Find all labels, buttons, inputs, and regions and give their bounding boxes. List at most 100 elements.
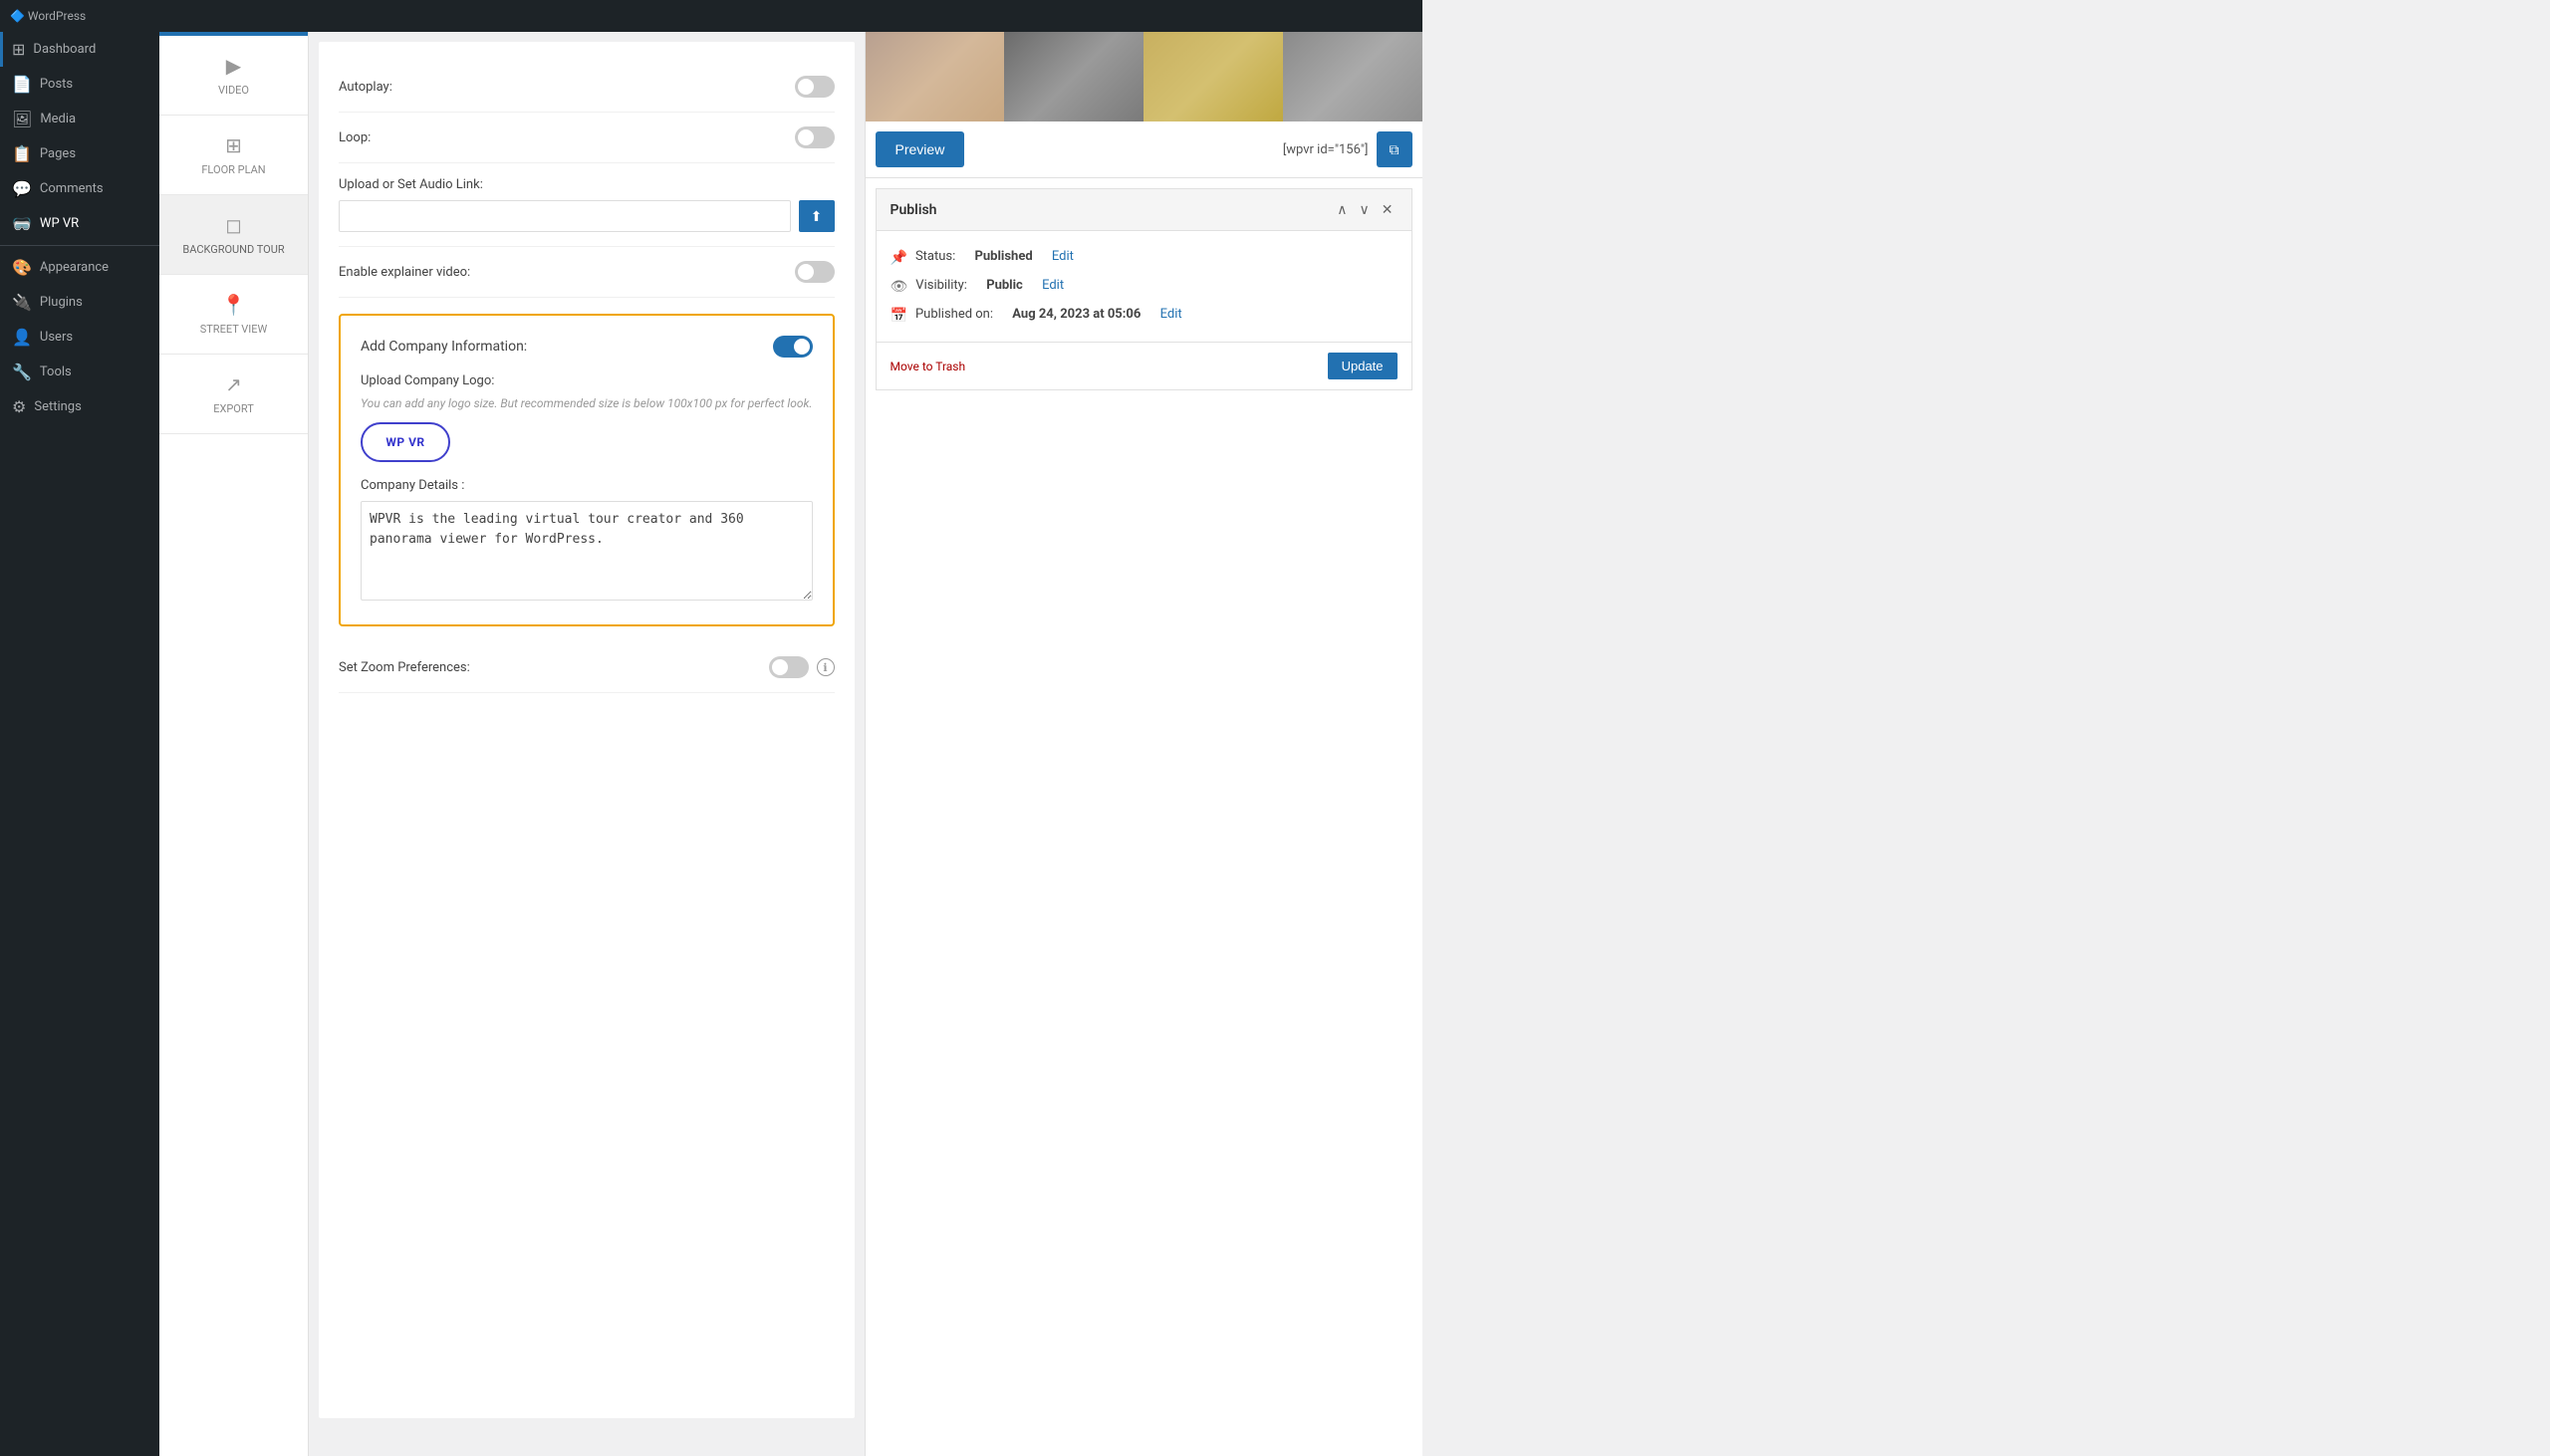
plugin-sidebar-label-export: EXPORT [213, 402, 254, 415]
plugin-sidebar-label-background-tour: BACKGROUND TOUR [182, 243, 284, 256]
company-details-label: Company Details : [361, 478, 813, 493]
logo-text: WP VR [385, 435, 424, 449]
publish-section: Publish ∧ ∨ ✕ 📌 Status: Published Edit [876, 188, 1412, 390]
company-info-header: Add Company Information: [361, 336, 813, 358]
sidebar-item-media[interactable]: 🖼 Media [0, 102, 159, 136]
sidebar-item-wp-vr[interactable]: 🥽 WP VR [0, 206, 159, 241]
floor-plan-icon: ⊞ [225, 133, 242, 157]
autoplay-row: Autoplay: [339, 62, 835, 113]
upload-logo-label: Upload Company Logo: [361, 373, 813, 388]
preview-image-3 [1144, 32, 1283, 121]
publish-collapse-down-button[interactable]: ∨ [1356, 199, 1374, 220]
sidebar-label-settings: Settings [34, 399, 81, 414]
status-label: Status: [915, 249, 955, 264]
published-label: Published on: [915, 307, 993, 322]
publish-header: Publish ∧ ∨ ✕ [877, 189, 1411, 231]
media-icon: 🖼 [12, 110, 32, 128]
dashboard-icon: ⊞ [12, 40, 25, 59]
company-details-textarea[interactable]: WPVR is the leading virtual tour creator… [361, 501, 813, 601]
autoplay-toggle[interactable] [795, 76, 835, 98]
copy-icon: ⧉ [1390, 141, 1400, 158]
published-value: Aug 24, 2023 at 05:06 [1012, 307, 1141, 322]
plugins-icon: 🔌 [12, 293, 32, 312]
audio-upload-button[interactable]: ⬆ [799, 200, 835, 232]
posts-icon: 📄 [12, 75, 32, 94]
publish-collapse-up-button[interactable]: ∧ [1333, 199, 1351, 220]
publish-date-row: 📅 Published on: Aug 24, 2023 at 05:06 Ed… [891, 301, 1398, 330]
sidebar-label-pages: Pages [40, 146, 76, 161]
autoplay-label: Autoplay: [339, 80, 392, 95]
tools-icon: 🔧 [12, 363, 32, 381]
audio-input[interactable] [339, 200, 791, 232]
wpvr-icon: 🥽 [12, 214, 32, 233]
visibility-edit-link[interactable]: Edit [1042, 278, 1064, 293]
move-to-trash-link[interactable]: Move to Trash [891, 360, 966, 373]
status-icon: 📌 [891, 250, 907, 266]
plugin-sidebar-item-video[interactable]: ▶ VIDEO [159, 36, 308, 116]
sidebar-label-tools: Tools [40, 364, 72, 379]
plugin-sidebar-item-export[interactable]: ↗ EXPORT [159, 355, 308, 434]
pages-icon: 📋 [12, 144, 32, 163]
background-tour-icon: ◻ [225, 213, 242, 237]
appearance-icon: 🎨 [12, 258, 32, 277]
published-edit-link[interactable]: Edit [1160, 307, 1182, 322]
company-info-toggle[interactable] [773, 336, 813, 358]
comments-icon: 💬 [12, 179, 32, 198]
admin-topbar: 🔷 WordPress [0, 0, 1422, 32]
sidebar-item-comments[interactable]: 💬 Comments [0, 171, 159, 206]
preview-button[interactable]: Preview [876, 131, 965, 167]
sidebar-label-wp-vr: WP VR [40, 216, 79, 231]
visibility-icon: 👁 [891, 279, 908, 295]
sidebar-item-dashboard[interactable]: ⊞ Dashboard [0, 32, 159, 67]
plugin-sidebar-item-floor-plan[interactable]: ⊞ FLOOR PLAN [159, 116, 308, 195]
zoom-toggle[interactable] [769, 656, 809, 678]
wp-sidebar: ⊞ Dashboard 📄 Posts 🖼 Media 📋 Pages 💬 Co… [0, 32, 159, 1456]
update-button[interactable]: Update [1328, 353, 1398, 379]
plugin-sidebar-label-street-view: STREET VIEW [200, 323, 268, 336]
sidebar-item-posts[interactable]: 📄 Posts [0, 67, 159, 102]
zoom-controls: ℹ [769, 656, 835, 678]
sidebar-label-plugins: Plugins [40, 295, 83, 310]
visibility-label: Visibility: [915, 278, 967, 293]
sidebar-label-dashboard: Dashboard [33, 42, 96, 57]
sidebar-item-users[interactable]: 👤 Users [0, 320, 159, 355]
plugin-sidebar-label-video: VIDEO [218, 84, 249, 97]
status-value: Published [975, 249, 1033, 264]
sidebar-label-posts: Posts [40, 77, 73, 92]
sidebar-label-comments: Comments [40, 181, 104, 196]
loop-slider [795, 126, 835, 148]
company-details-section: Company Details : WPVR is the leading vi… [361, 478, 813, 605]
plugin-sidebar-label-floor-plan: FLOOR PLAN [201, 163, 265, 176]
loop-label: Loop: [339, 130, 371, 145]
explainer-toggle[interactable] [795, 261, 835, 283]
sidebar-item-appearance[interactable]: 🎨 Appearance [0, 250, 159, 285]
sidebar-item-pages[interactable]: 📋 Pages [0, 136, 159, 171]
company-info-label: Add Company Information: [361, 339, 527, 355]
sidebar-item-settings[interactable]: ⚙ Settings [0, 389, 159, 424]
company-info-box: Add Company Information: Upload Company … [339, 314, 835, 626]
zoom-info-icon[interactable]: ℹ [817, 658, 835, 676]
users-icon: 👤 [12, 328, 32, 347]
sidebar-item-tools[interactable]: 🔧 Tools [0, 355, 159, 389]
copy-shortcode-button[interactable]: ⧉ [1377, 131, 1412, 167]
publish-close-button[interactable]: ✕ [1378, 199, 1398, 220]
shortcode-area: [wpvr id="156"] ⧉ [1283, 131, 1412, 167]
logo-hint: You can add any logo size. But recommend… [361, 394, 813, 412]
plugin-sidebar-item-street-view[interactable]: 📍 STREET VIEW [159, 275, 308, 355]
settings-icon: ⚙ [12, 397, 26, 416]
audio-label: Upload or Set Audio Link: [339, 177, 835, 192]
audio-section: Upload or Set Audio Link: ⬆ [339, 163, 835, 247]
zoom-label: Set Zoom Preferences: [339, 660, 470, 675]
plugin-sidebar-item-background-tour[interactable]: ◻ BACKGROUND TOUR [159, 195, 308, 275]
status-edit-link[interactable]: Edit [1052, 249, 1074, 264]
autoplay-slider [795, 76, 835, 98]
publish-body: 📌 Status: Published Edit 👁 Visibility: P… [877, 231, 1411, 342]
explainer-row: Enable explainer video: [339, 247, 835, 298]
publish-title: Publish [891, 202, 937, 218]
zoom-slider [769, 656, 809, 678]
preview-images [866, 32, 1422, 121]
visibility-value: Public [986, 278, 1023, 293]
sidebar-item-plugins[interactable]: 🔌 Plugins [0, 285, 159, 320]
loop-toggle[interactable] [795, 126, 835, 148]
sidebar-label-users: Users [40, 330, 73, 345]
